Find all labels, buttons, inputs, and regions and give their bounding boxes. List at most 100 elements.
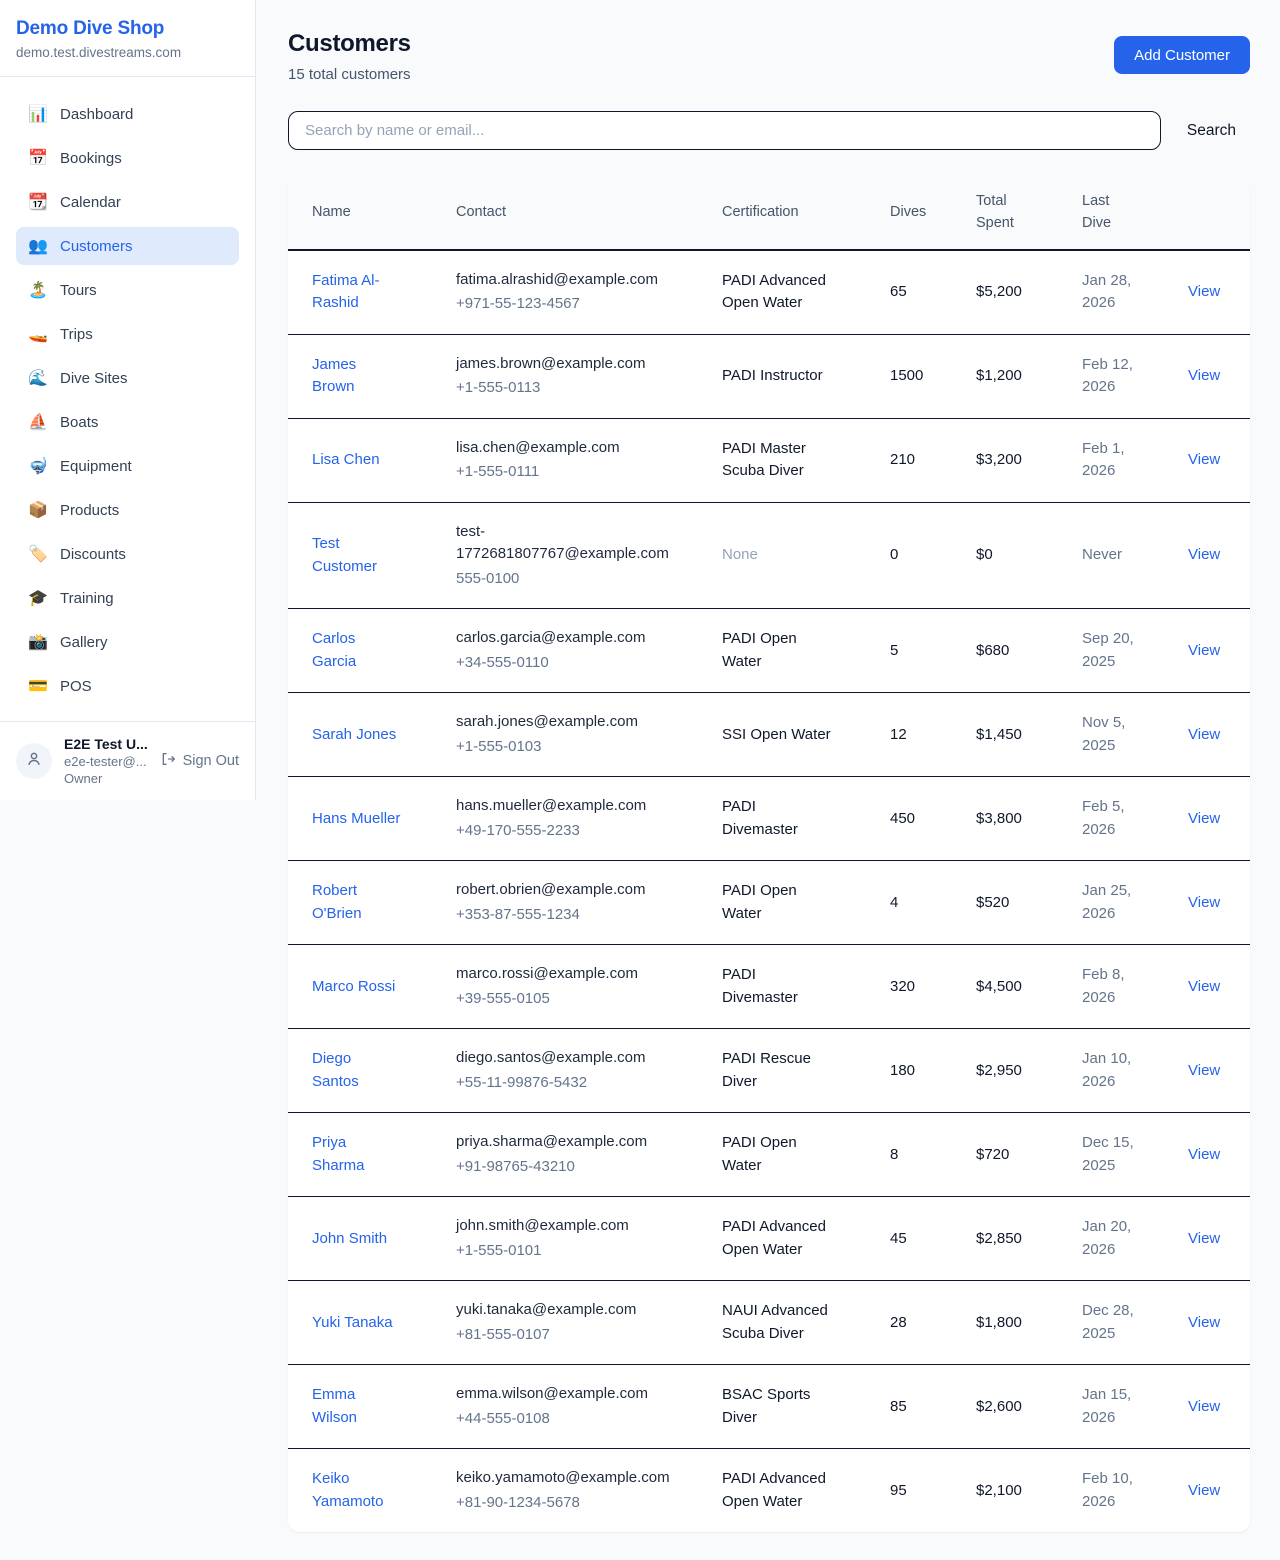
view-customer-link[interactable]: View [1188, 642, 1220, 659]
customer-certification: PADI Rescue Diver [722, 1048, 834, 1093]
column-header-certification: Certification [706, 176, 874, 250]
sidebar-item-training[interactable]: 🎓Training [16, 579, 239, 617]
table-row: Lisa Chenlisa.chen@example.com+1-555-011… [288, 418, 1250, 502]
view-customer-link[interactable]: View [1188, 810, 1220, 827]
customer-dives: 65 [874, 250, 960, 335]
sidebar-item-tours[interactable]: 🏝️Tours [16, 271, 239, 309]
customer-phone: +1-555-0103 [456, 736, 690, 759]
sidebar-item-discounts[interactable]: 🏷️ Discounts [16, 535, 239, 573]
customer-last-dive: Feb 1, 2026 [1082, 438, 1146, 483]
customer-name-link[interactable]: Fatima Al-Rashid [312, 270, 402, 315]
customer-certification: PADI Master Scuba Diver [722, 438, 834, 483]
customer-name-link[interactable]: Lisa Chen [312, 449, 380, 472]
sidebar-item-customers[interactable]: 👥Customers [16, 227, 239, 265]
view-customer-link[interactable]: View [1188, 451, 1220, 468]
sidebar-item-dive-sites[interactable]: 🌊Dive Sites [16, 359, 239, 397]
customer-name-link[interactable]: Robert O'Brien [312, 880, 402, 925]
customer-name-link[interactable]: Emma Wilson [312, 1384, 402, 1429]
customer-total-spent: $3,800 [960, 777, 1066, 861]
customer-certification: PADI Open Water [722, 628, 834, 673]
sailboat-icon: ⛵ [28, 412, 48, 432]
customer-name-link[interactable]: Diego Santos [312, 1048, 402, 1093]
column-header-actions [1172, 176, 1250, 250]
view-customer-link[interactable]: View [1188, 367, 1220, 384]
brand: Demo Dive Shop demo.test.divestreams.com [0, 0, 255, 77]
sidebar-item-dashboard[interactable]: 📊Dashboard [16, 95, 239, 133]
speedboat-icon: 🚤 [28, 324, 48, 344]
customer-name-link[interactable]: Keiko Yamamoto [312, 1468, 402, 1513]
customer-name-link[interactable]: James Brown [312, 354, 402, 399]
sidebar-item-label: Training [60, 590, 114, 607]
search-row: Search [288, 111, 1250, 150]
add-customer-button[interactable]: Add Customer [1114, 36, 1250, 74]
customer-dives: 95 [874, 1449, 960, 1533]
customer-certification: BSAC Sports Diver [722, 1384, 834, 1429]
user-email: e2e-tester@... [64, 754, 156, 769]
customer-dives: 5 [874, 609, 960, 693]
search-button[interactable]: Search [1161, 122, 1250, 140]
table-row: Test Customertest-1772681807767@example.… [288, 502, 1250, 609]
sidebar-user-footer: E2E Test U... e2e-tester@... Owner Sign … [0, 721, 255, 800]
sidebar: Demo Dive Shop demo.test.divestreams.com… [0, 0, 256, 800]
customer-total-spent: $680 [960, 609, 1066, 693]
page-header: Customers 15 total customers Add Custome… [288, 30, 1250, 83]
view-customer-link[interactable]: View [1188, 283, 1220, 300]
customer-email: robert.obrien@example.com [456, 879, 671, 902]
customer-name-link[interactable]: Sarah Jones [312, 724, 396, 747]
customer-name-link[interactable]: John Smith [312, 1228, 387, 1251]
customer-name-link[interactable]: Yuki Tanaka [312, 1312, 393, 1335]
customer-name-link[interactable]: Test Customer [312, 533, 402, 578]
user-block: E2E Test U... e2e-tester@... Owner [64, 736, 156, 786]
tag-icon: 🏷️ [28, 544, 48, 564]
customer-phone: 555-0100 [456, 568, 690, 591]
customer-email: lisa.chen@example.com [456, 437, 671, 460]
column-header-dives: Dives [874, 176, 960, 250]
sidebar-item-label: Gallery [60, 634, 108, 651]
customer-total-spent: $2,600 [960, 1365, 1066, 1449]
customer-name-link[interactable]: Marco Rossi [312, 976, 395, 999]
customer-phone: +34-555-0110 [456, 652, 690, 675]
view-customer-link[interactable]: View [1188, 546, 1220, 563]
customer-phone: +81-555-0107 [456, 1324, 690, 1347]
view-customer-link[interactable]: View [1188, 978, 1220, 995]
customer-total-spent: $2,100 [960, 1449, 1066, 1533]
sidebar-item-boats[interactable]: ⛵Boats [16, 403, 239, 441]
view-customer-link[interactable]: View [1188, 1482, 1220, 1499]
sidebar-item-products[interactable]: 📦Products [16, 491, 239, 529]
view-customer-link[interactable]: View [1188, 1062, 1220, 1079]
sidebar-item-equipment[interactable]: 🤿Equipment [16, 447, 239, 485]
view-customer-link[interactable]: View [1188, 894, 1220, 911]
customer-phone: +1-555-0113 [456, 377, 690, 400]
customer-last-dive: Sep 20, 2025 [1082, 628, 1146, 673]
column-header-name: Name [288, 176, 440, 250]
customer-phone: +353-87-555-1234 [456, 904, 690, 927]
sidebar-item-pos[interactable]: 💳POS [16, 667, 239, 705]
customer-certification: PADI Open Water [722, 880, 834, 925]
view-customer-link[interactable]: View [1188, 1146, 1220, 1163]
view-customer-link[interactable]: View [1188, 1230, 1220, 1247]
customer-email: emma.wilson@example.com [456, 1383, 671, 1406]
sign-out-label: Sign Out [183, 753, 239, 769]
customer-name-link[interactable]: Carlos Garcia [312, 628, 402, 673]
column-header-last-dive: Last Dive [1066, 176, 1172, 250]
credit-card-icon: 💳 [28, 676, 48, 696]
view-customer-link[interactable]: View [1188, 726, 1220, 743]
view-customer-link[interactable]: View [1188, 1314, 1220, 1331]
customer-certification: PADI Divemaster [722, 796, 834, 841]
view-customer-link[interactable]: View [1188, 1398, 1220, 1415]
customer-total-spent: $0 [960, 502, 1066, 609]
sidebar-item-calendar[interactable]: 📆Calendar [16, 183, 239, 221]
sidebar-item-label: Discounts [60, 546, 126, 563]
customers-table: Name Contact Certification Dives Total S… [288, 176, 1250, 1532]
sidebar-item-trips[interactable]: 🚤Trips [16, 315, 239, 353]
customer-name-link[interactable]: Hans Mueller [312, 808, 400, 831]
sidebar-item-gallery[interactable]: 📸Gallery [16, 623, 239, 661]
sign-out-button[interactable]: Sign Out [156, 751, 239, 771]
customer-certification: PADI Advanced Open Water [722, 1216, 834, 1261]
customer-email: carlos.garcia@example.com [456, 627, 671, 650]
sidebar-item-bookings[interactable]: 📅Bookings [16, 139, 239, 177]
table-row: Fatima Al-Rashidfatima.alrashid@example.… [288, 250, 1250, 335]
customer-name-link[interactable]: Priya Sharma [312, 1132, 402, 1177]
customer-certification: PADI Advanced Open Water [722, 1468, 834, 1513]
search-input[interactable] [288, 111, 1161, 150]
